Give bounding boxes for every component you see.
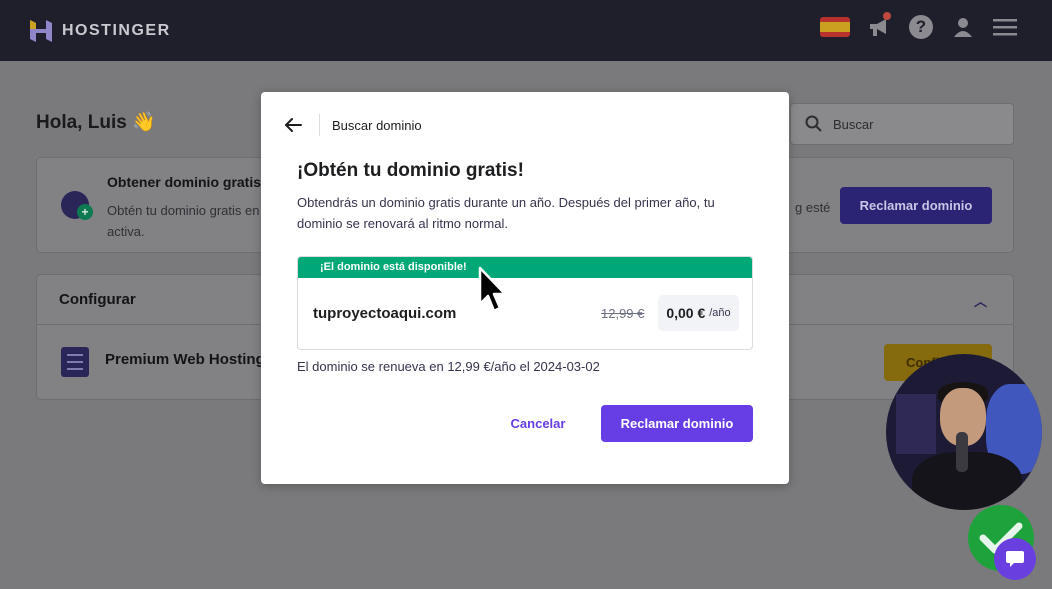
price-badge: 0,00 € /año — [658, 295, 739, 331]
search-icon — [805, 115, 822, 132]
hostinger-logo[interactable]: HOSTINGER — [28, 18, 171, 44]
modal-description: Obtendrás un dominio gratis durante un a… — [297, 195, 715, 231]
free-domain-description: Obtén tu dominio gratis en activa. — [107, 203, 260, 239]
chat-icon[interactable] — [994, 538, 1036, 580]
claim-domain-button[interactable]: Reclamar dominio — [601, 405, 753, 442]
domain-result-card: ¡El dominio está disponible! tuproyectoa… — [297, 256, 753, 350]
spain-flag-icon[interactable] — [820, 17, 850, 37]
claim-domain-modal: Buscar dominio ¡Obtén tu dominio gratis!… — [261, 92, 789, 484]
greeting: Hola, Luis 👋 — [36, 112, 156, 133]
notification-dot — [883, 12, 891, 20]
brand-name: HOSTINGER — [62, 21, 171, 39]
search-input[interactable]: Buscar — [790, 103, 1014, 145]
top-bar: HOSTINGER ? — [0, 0, 1052, 61]
price-unit: /año — [709, 307, 731, 319]
menu-icon[interactable] — [992, 14, 1018, 40]
hosting-icon — [61, 347, 89, 377]
back-arrow-icon[interactable] — [283, 115, 303, 135]
hostinger-logo-icon — [30, 19, 52, 42]
hosting-plan-title: Premium Web Hosting — [105, 351, 265, 368]
megaphone-icon[interactable] — [866, 12, 892, 40]
modal-header: Buscar dominio — [261, 92, 789, 158]
free-domain-title: Obtener dominio gratis — [107, 174, 262, 190]
chevron-up-icon[interactable]: ︿ — [974, 291, 987, 310]
webcam-overlay — [886, 354, 1042, 510]
availability-banner: ¡El dominio está disponible! — [298, 257, 752, 278]
user-icon[interactable] — [950, 14, 976, 40]
help-icon[interactable]: ? — [908, 14, 934, 40]
modal-title: ¡Obtén tu dominio gratis! — [297, 160, 524, 181]
plus-icon: + — [77, 204, 93, 220]
header-divider — [319, 114, 320, 136]
price: 0,00 € — [666, 305, 706, 321]
mouse-cursor-icon — [478, 266, 507, 313]
search-placeholder: Buscar — [833, 116, 874, 132]
breadcrumb: Buscar dominio — [332, 117, 422, 133]
domain-name: tuproyectoaqui.com — [313, 305, 457, 322]
old-price: 12,99 € — [601, 306, 645, 321]
renewal-note: El dominio se renueva en 12,99 €/año el … — [297, 359, 600, 374]
claim-domain-bg-button[interactable]: Reclamar dominio — [840, 187, 992, 224]
cancel-button[interactable]: Cancelar — [493, 405, 583, 441]
free-domain-description-right: g esté — [795, 200, 831, 215]
